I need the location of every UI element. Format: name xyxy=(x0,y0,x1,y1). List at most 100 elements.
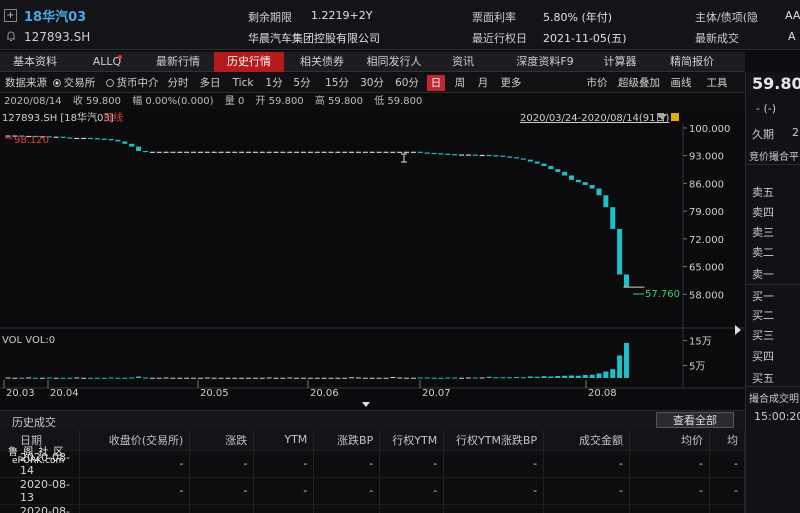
draw-line-button[interactable]: 画线 xyxy=(668,75,694,91)
col-exercise-ytm[interactable]: 行权YTM xyxy=(379,430,445,450)
tab-brief-quote[interactable]: 精简报价 xyxy=(660,52,724,72)
volume-bar xyxy=(534,376,540,378)
date-tick-label: 20.03 xyxy=(6,388,35,399)
candle xyxy=(424,152,430,154)
tab-calculator[interactable]: 计算器 xyxy=(592,52,648,72)
volume-bar xyxy=(60,377,66,379)
kline-chart[interactable]: 127893.SH [18华汽03] 日线 2020/03/24-2020/08… xyxy=(0,110,745,410)
period-tick[interactable]: Tick xyxy=(228,75,258,91)
radio-exchange[interactable]: 交易所 xyxy=(50,75,98,91)
col-avg-price[interactable]: 均价 xyxy=(629,430,710,450)
issuer-name[interactable]: 华晨汽车集团控股有限公司 xyxy=(248,30,380,46)
expand-panel-icon[interactable] xyxy=(735,325,741,335)
radio-off-icon xyxy=(105,79,114,87)
period-multiday[interactable]: 多日 xyxy=(197,75,223,91)
volume-bar xyxy=(575,375,581,378)
bid-1: 买一 xyxy=(752,290,774,303)
volume-bar xyxy=(431,377,437,379)
candle xyxy=(149,151,155,153)
tab-label: 基本资料 xyxy=(13,55,57,68)
tab-history-quote[interactable]: 历史行情 xyxy=(214,52,284,72)
price-tick-label: 86.000 xyxy=(689,179,724,190)
tab-deep-f9[interactable]: 深度资料F9 xyxy=(505,52,585,72)
tab-latest-quote[interactable]: 最新行情 xyxy=(145,52,211,72)
period-1min[interactable]: 1分 xyxy=(263,75,285,91)
volume-bar xyxy=(19,377,25,379)
period-intraday[interactable]: 分时 xyxy=(165,75,191,91)
volume-bar xyxy=(74,377,80,379)
tab-label: 资讯 xyxy=(452,55,474,68)
col-amount[interactable]: 成交金额 xyxy=(543,430,631,450)
volume-bar xyxy=(204,377,210,379)
tab-basic-info[interactable]: 基本资料 xyxy=(0,52,70,72)
volume-bar xyxy=(259,377,265,379)
table-row[interactable]: 2020-08-14 - - - - - - - - - xyxy=(0,449,746,477)
history-title: 历史成交 xyxy=(12,416,56,429)
candle xyxy=(404,151,410,153)
radio-broker[interactable]: 货币中介 xyxy=(104,75,160,91)
col-change-bp[interactable]: 涨跌BP xyxy=(313,430,381,450)
volume-bar xyxy=(67,377,73,379)
cell: - xyxy=(253,476,315,504)
price-tick-label: 100.000 xyxy=(689,124,730,135)
notification-dot xyxy=(118,55,122,59)
col-more[interactable]: 均 xyxy=(709,430,746,450)
tab-news[interactable]: 资讯 xyxy=(440,52,486,72)
col-exercise-ytm-bp[interactable]: 行权YTM涨跌BP xyxy=(443,430,545,450)
chart-range-label[interactable]: 2020/03/24-2020/08/14(91日) xyxy=(520,113,670,124)
cell: 2020-08-12 xyxy=(0,503,81,513)
duration-label: 久期 xyxy=(752,128,774,141)
volume-bar xyxy=(122,377,128,379)
volume-bar xyxy=(397,377,403,379)
table-row[interactable]: 2020-08-13 - - - - - - - - - xyxy=(0,476,746,504)
view-all-button[interactable]: 查看全部 xyxy=(656,412,734,428)
candle xyxy=(355,151,361,153)
tab-allq[interactable]: ALLQ xyxy=(78,52,136,72)
tab-same-issuer[interactable]: 相同发行人 xyxy=(356,52,432,72)
volume-bar xyxy=(424,377,430,379)
candle xyxy=(589,184,595,189)
rating-label: 主体/债项(隐 xyxy=(695,11,758,24)
price-tick-label: 72.000 xyxy=(689,235,724,246)
market-price-button[interactable]: 市价 xyxy=(584,75,610,91)
candle xyxy=(452,154,458,156)
candle xyxy=(74,137,80,140)
candle xyxy=(122,141,128,144)
col-change[interactable]: 涨跌 xyxy=(189,430,255,450)
period-30min[interactable]: 30分 xyxy=(358,75,386,91)
cell: 60.4803 xyxy=(379,503,445,513)
tools-button[interactable]: 工具 xyxy=(704,75,730,91)
candle xyxy=(417,151,423,153)
cell: - xyxy=(253,449,315,477)
tab-related-bonds[interactable]: 相关债券 xyxy=(290,52,354,72)
period-week[interactable]: 周 xyxy=(451,75,469,91)
candle xyxy=(582,182,588,185)
bell-icon[interactable] xyxy=(4,30,17,43)
candle xyxy=(486,154,492,157)
period-60min[interactable]: 60分 xyxy=(393,75,421,91)
volume-bar xyxy=(170,377,176,379)
candle xyxy=(431,152,437,155)
col-close[interactable]: 收盘价(交易所) xyxy=(79,430,191,450)
period-day[interactable]: 日 xyxy=(427,75,445,91)
volume-bar xyxy=(156,377,162,379)
volume-bar xyxy=(177,377,183,379)
period-5min[interactable]: 5分 xyxy=(291,75,313,91)
volume-bar xyxy=(314,377,320,379)
lock-icon[interactable] xyxy=(671,113,679,121)
period-more[interactable]: 更多 xyxy=(497,75,525,91)
period-month[interactable]: 月 xyxy=(474,75,492,91)
info-high: 高 59.800 xyxy=(314,96,364,107)
candle xyxy=(548,165,554,170)
overlay-button[interactable]: 超级叠加 xyxy=(616,75,662,91)
col-ytm[interactable]: YTM xyxy=(253,430,315,450)
period-15min[interactable]: 15分 xyxy=(323,75,351,91)
volume-bar xyxy=(115,377,121,379)
bid-2: 买二 xyxy=(752,309,774,322)
candle xyxy=(87,137,93,140)
candle xyxy=(115,139,121,142)
candle xyxy=(321,151,327,153)
table-row[interactable]: 2020-08-12 59.8000 -12.39 25.4218 763.32… xyxy=(0,503,746,513)
volume-bar xyxy=(438,377,444,379)
add-icon[interactable]: + xyxy=(4,9,17,22)
